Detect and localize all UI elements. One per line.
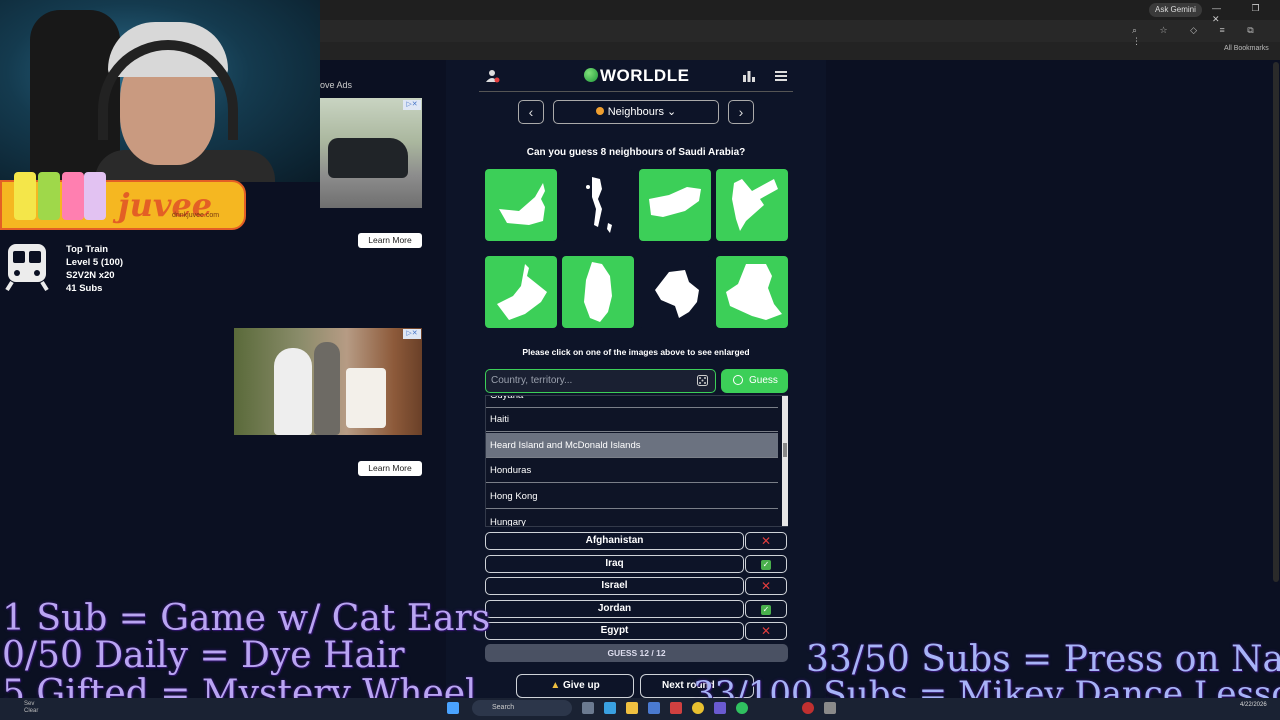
train-info: Top Train Level 5 (100) S2V2N x20 41 Sub… — [66, 243, 123, 295]
x-mark: ✕ — [760, 579, 772, 593]
give-up-label: Give up — [563, 680, 600, 691]
page-scrollbar[interactable] — [1273, 62, 1279, 582]
bride-figure — [274, 348, 312, 435]
tile-oman[interactable] — [485, 256, 557, 328]
overlay-goal-4: 33/50 Subs = Press on Nails — [806, 639, 1280, 680]
wedding-cake — [346, 368, 386, 428]
weather-line-2: Clear — [24, 708, 39, 714]
mode-label: Neighbours — [607, 106, 664, 118]
sponsor-url: drinkjuvee.com — [172, 212, 220, 219]
edge-icon[interactable] — [604, 702, 616, 714]
menu-icon[interactable] — [774, 70, 788, 82]
obs-icon[interactable] — [802, 702, 814, 714]
train-code: S2V2N x20 — [66, 270, 115, 281]
weather-widget[interactable]: Sev Clear — [24, 701, 38, 715]
give-up-button[interactable]: ▲ Give up — [516, 674, 634, 698]
guess-row-name: Egypt — [485, 622, 744, 640]
train-icon — [5, 244, 49, 292]
train-level: Level 5 (100) — [66, 257, 124, 268]
dropdown-item-highlighted[interactable]: Heard Island and McDonald Islands — [486, 433, 778, 458]
store-icon[interactable] — [648, 702, 660, 714]
mode-selector[interactable]: Neighbours ⌄ — [553, 100, 719, 124]
country-search-input[interactable]: Country, territory... — [485, 369, 716, 393]
discord-icon[interactable] — [714, 702, 726, 714]
app-icon[interactable] — [670, 702, 682, 714]
guess-row-name: Afghanistan — [485, 532, 744, 550]
previous-mode-button[interactable]: ‹ — [518, 100, 544, 124]
wrong-icon: ✕ — [745, 577, 787, 595]
check-mark: ✓ — [761, 605, 771, 615]
tile-kuwait[interactable] — [639, 256, 711, 328]
learn-more-button-2[interactable]: Learn More — [358, 461, 422, 476]
all-bookmarks-button[interactable]: All Bookmarks — [1224, 45, 1269, 52]
tile-uae[interactable] — [485, 169, 557, 241]
guess-button[interactable]: Guess — [721, 369, 788, 393]
logo-text: WORLDLE — [600, 66, 690, 85]
x-mark: ✕ — [760, 534, 772, 548]
task-view-icon[interactable] — [582, 702, 594, 714]
learn-more-button-1[interactable]: Learn More — [358, 233, 422, 248]
chrome-icon[interactable] — [692, 702, 704, 714]
taskbar-clock[interactable]: 4/22/2026 — [1240, 701, 1267, 709]
dropdown-scrollbar[interactable] — [782, 396, 788, 526]
ad-image-wedding[interactable] — [234, 328, 422, 435]
file-explorer-icon[interactable] — [626, 702, 638, 714]
hint-text: Please click on one of the images above … — [522, 347, 750, 357]
white-flag-icon: ▲ — [550, 680, 563, 691]
dice-icon[interactable] — [697, 375, 708, 386]
check-icon: ✓ — [745, 555, 787, 573]
overlay-goal-1: 1 Sub = Game w/ Cat Ears — [2, 598, 491, 639]
globe-icon — [584, 68, 598, 82]
stats-icon[interactable] — [742, 70, 756, 82]
question-text: Can you guess 8 neighbours of Saudi Arab… — [526, 147, 746, 158]
tile-bahrain[interactable] — [562, 169, 634, 241]
overlay-goal-2: 0/50 Daily = Dye Hair — [2, 635, 405, 676]
guess-row-name: Jordan — [485, 600, 744, 618]
browser-toolbar-icons[interactable]: ⌕ ☆ ◇ ≡ ⧉ ⋮ — [1132, 25, 1280, 47]
tile-iraq[interactable] — [716, 256, 788, 328]
spotify-icon[interactable] — [736, 702, 748, 714]
dropdown-item[interactable]: Hong Kong — [486, 484, 778, 509]
globe-icon — [733, 375, 743, 385]
ad-choices-icon-2[interactable]: ▷✕ — [403, 329, 421, 339]
worldle-logo: WORLDLE — [584, 66, 689, 86]
window-controls[interactable]: — ❐ ✕ — [1212, 3, 1280, 25]
sponsor-cans-image — [14, 172, 106, 222]
weather-line-1: Sev — [24, 701, 35, 707]
country-dropdown[interactable]: Guyana Haiti Heard Island and McDonald I… — [485, 395, 788, 527]
mode-icon — [595, 107, 604, 115]
guess-counter: GUESS 12 / 12 — [485, 644, 788, 662]
groom-figure — [314, 342, 340, 435]
windows-taskbar — [0, 698, 1280, 720]
x-mark: ✕ — [760, 624, 772, 638]
windows-start-icon[interactable] — [447, 702, 459, 714]
next-mode-button[interactable]: › — [728, 100, 754, 124]
webcam-feed — [0, 0, 320, 182]
ad-choices-icon[interactable]: ▷✕ — [403, 100, 421, 110]
remove-ads-link[interactable]: ove Ads — [320, 80, 352, 90]
wrong-icon: ✕ — [745, 532, 787, 550]
wrong-icon: ✕ — [745, 622, 787, 640]
ask-gemini-button[interactable]: Ask Gemini — [1149, 3, 1202, 17]
tile-yemen[interactable] — [639, 169, 711, 241]
user-icon[interactable] — [486, 69, 500, 83]
guess-row-name: Iraq — [485, 555, 744, 573]
taskbar-search[interactable]: Search — [472, 700, 572, 716]
police-car — [328, 138, 408, 178]
dropdown-item[interactable]: Hungary — [486, 510, 778, 526]
train-subs: 41 Subs — [66, 283, 103, 294]
dropdown-scroll-thumb[interactable] — [783, 443, 787, 457]
guess-row-name: Israel — [485, 577, 744, 595]
chevron-down-icon: ⌄ — [667, 106, 677, 118]
guess-label: Guess — [749, 375, 778, 386]
dropdown-item[interactable]: Honduras — [486, 458, 778, 483]
dropdown-item[interactable]: Haiti — [486, 407, 778, 432]
app-icon-2[interactable] — [824, 702, 836, 714]
check-mark: ✓ — [761, 560, 771, 570]
ad-image-car[interactable] — [320, 98, 422, 208]
tile-qatar[interactable] — [562, 256, 634, 328]
check-icon: ✓ — [745, 600, 787, 618]
train-title: Top Train — [66, 244, 109, 255]
tile-jordan[interactable] — [716, 169, 788, 241]
